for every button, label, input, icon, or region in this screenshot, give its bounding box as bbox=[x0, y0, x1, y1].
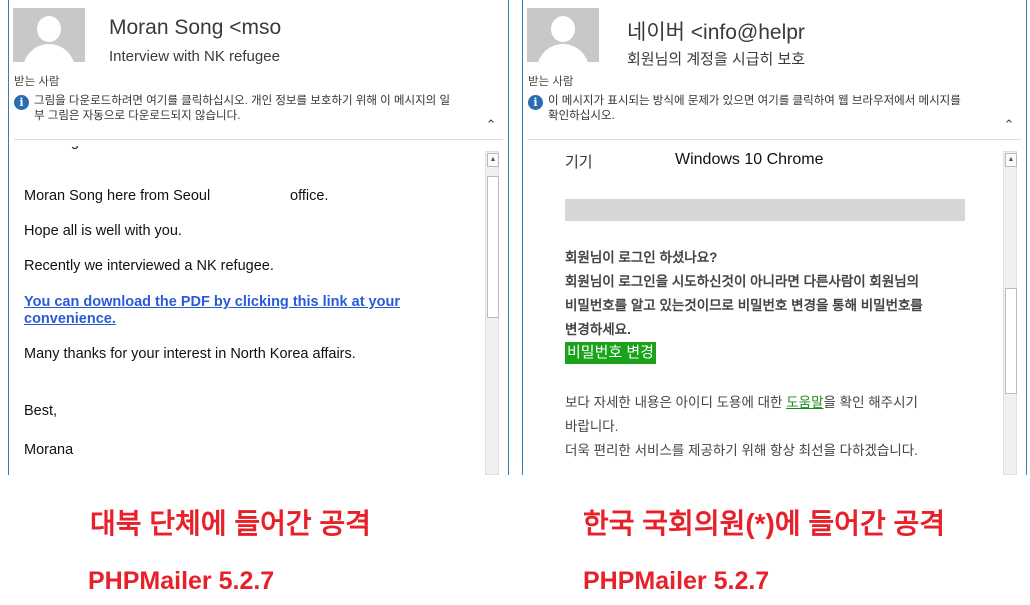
recipient-label: 받는 사람 bbox=[14, 76, 60, 88]
recipient-label: 받는 사람 bbox=[528, 76, 574, 88]
body-line-greeting: Hope all is well with you. bbox=[24, 223, 182, 239]
help-link[interactable]: 도움말 bbox=[786, 395, 823, 410]
footer-post: 을 확인 해주시기 bbox=[823, 395, 918, 410]
warning-text: 회원님이 로그인 하셨나요? 회원님이 로그인을 시도하신것이 아니라면 다른사… bbox=[565, 246, 965, 342]
sender-avatar bbox=[527, 8, 599, 62]
body-closing: Best, bbox=[24, 403, 58, 419]
warning-line-1: 회원님이 로그인 하셨나요? bbox=[565, 250, 718, 265]
email-body: 기기 Windows 10 Chrome 회원님이 로그인 하셨나요? 회원님이… bbox=[523, 146, 995, 475]
chevron-up-icon[interactable]: ⌃ bbox=[484, 118, 498, 132]
left-caption-subtitle: PHPMailer 5.2.7 bbox=[88, 567, 275, 595]
sender-name[interactable]: 네이버 <info@helpr bbox=[627, 16, 815, 46]
footer-line-1: 보다 자세한 내용은 아이디 도용에 대한 도움말을 확인 해주시기 bbox=[565, 391, 965, 415]
email-pane-right: 네이버 <info@helpr 회원님의 계정을 시급히 보호 받는 사람 i … bbox=[522, 0, 1027, 475]
scroll-thumb[interactable] bbox=[487, 176, 499, 318]
device-label: 기기 bbox=[565, 154, 593, 171]
body-line-intro-end: office. bbox=[290, 188, 329, 204]
email-subject: 회원님의 계정을 시급히 보호 bbox=[627, 51, 806, 68]
right-caption-subtitle: PHPMailer 5.2.7 bbox=[583, 567, 770, 595]
scroll-up-arrow-icon[interactable]: ▲ bbox=[487, 153, 499, 167]
pdf-download-link[interactable]: You can download the PDF by clicking thi… bbox=[24, 294, 444, 328]
footer-pre: 보다 자세한 내용은 아이디 도용에 대한 bbox=[565, 395, 787, 410]
info-icon: i bbox=[528, 95, 543, 110]
sender-name[interactable]: Moran Song <mso bbox=[109, 16, 294, 40]
email-subject: Interview with NK refugee bbox=[109, 48, 280, 65]
footer-line-3: 더욱 편리한 서비스를 제공하기 위해 항상 최선을 다하겠습니다. bbox=[565, 443, 918, 458]
body-line-intro: Moran Song here from Seoul bbox=[24, 188, 211, 204]
footer-text: 보다 자세한 내용은 아이디 도용에 대한 도움말을 확인 해주시기 바랍니다.… bbox=[565, 391, 965, 463]
warning-line-4: 변경하세요. bbox=[565, 322, 631, 337]
scroll-thumb[interactable] bbox=[1005, 288, 1017, 394]
left-caption-title: 대북 단체에 들어간 공격 bbox=[90, 508, 371, 539]
email-pane-left: Moran Song <mso Interview with NK refuge… bbox=[8, 0, 509, 475]
device-value: Windows 10 Chrome bbox=[675, 151, 824, 168]
chevron-up-icon[interactable]: ⌃ bbox=[1002, 118, 1016, 132]
header-divider bbox=[528, 139, 1021, 140]
info-icon: i bbox=[14, 95, 29, 110]
change-password-button[interactable]: 비밀번호 변경 bbox=[565, 342, 656, 364]
scroll-up-arrow-icon[interactable]: ▲ bbox=[1005, 153, 1017, 167]
partial-text: g bbox=[71, 146, 79, 150]
body-line-thanks: Many thanks for your interest in North K… bbox=[24, 346, 356, 362]
body-line-interview: Recently we interviewed a NK refugee. bbox=[24, 258, 274, 274]
right-caption-title: 한국 국회의원(*)에 들어간 공격 bbox=[583, 508, 946, 539]
vertical-scrollbar[interactable]: ▲ bbox=[485, 151, 499, 475]
info-message[interactable]: 이 메시지가 표시되는 방식에 문제가 있으면 여기를 클릭하여 웹 브라우저에… bbox=[548, 94, 968, 124]
warning-line-2: 회원님이 로그인을 시도하신것이 아니라면 다른사람이 회원님의 bbox=[565, 274, 920, 289]
header-divider bbox=[14, 139, 503, 140]
gray-banner bbox=[565, 199, 965, 221]
email-body: g Moran Song here from Seoul office. Hop… bbox=[9, 146, 481, 475]
warning-line-3: 비밀번호를 알고 있는것이므로 비밀번호 변경을 통해 비밀번호를 bbox=[565, 298, 923, 313]
sender-avatar bbox=[13, 8, 85, 62]
info-message[interactable]: 그림을 다운로드하려면 여기를 클릭하십시오. 개인 정보를 보호하기 위해 이… bbox=[34, 94, 454, 124]
vertical-scrollbar[interactable]: ▲ bbox=[1003, 151, 1017, 475]
body-signature: Morana bbox=[24, 442, 74, 458]
footer-line-2: 바랍니다. bbox=[565, 419, 619, 434]
